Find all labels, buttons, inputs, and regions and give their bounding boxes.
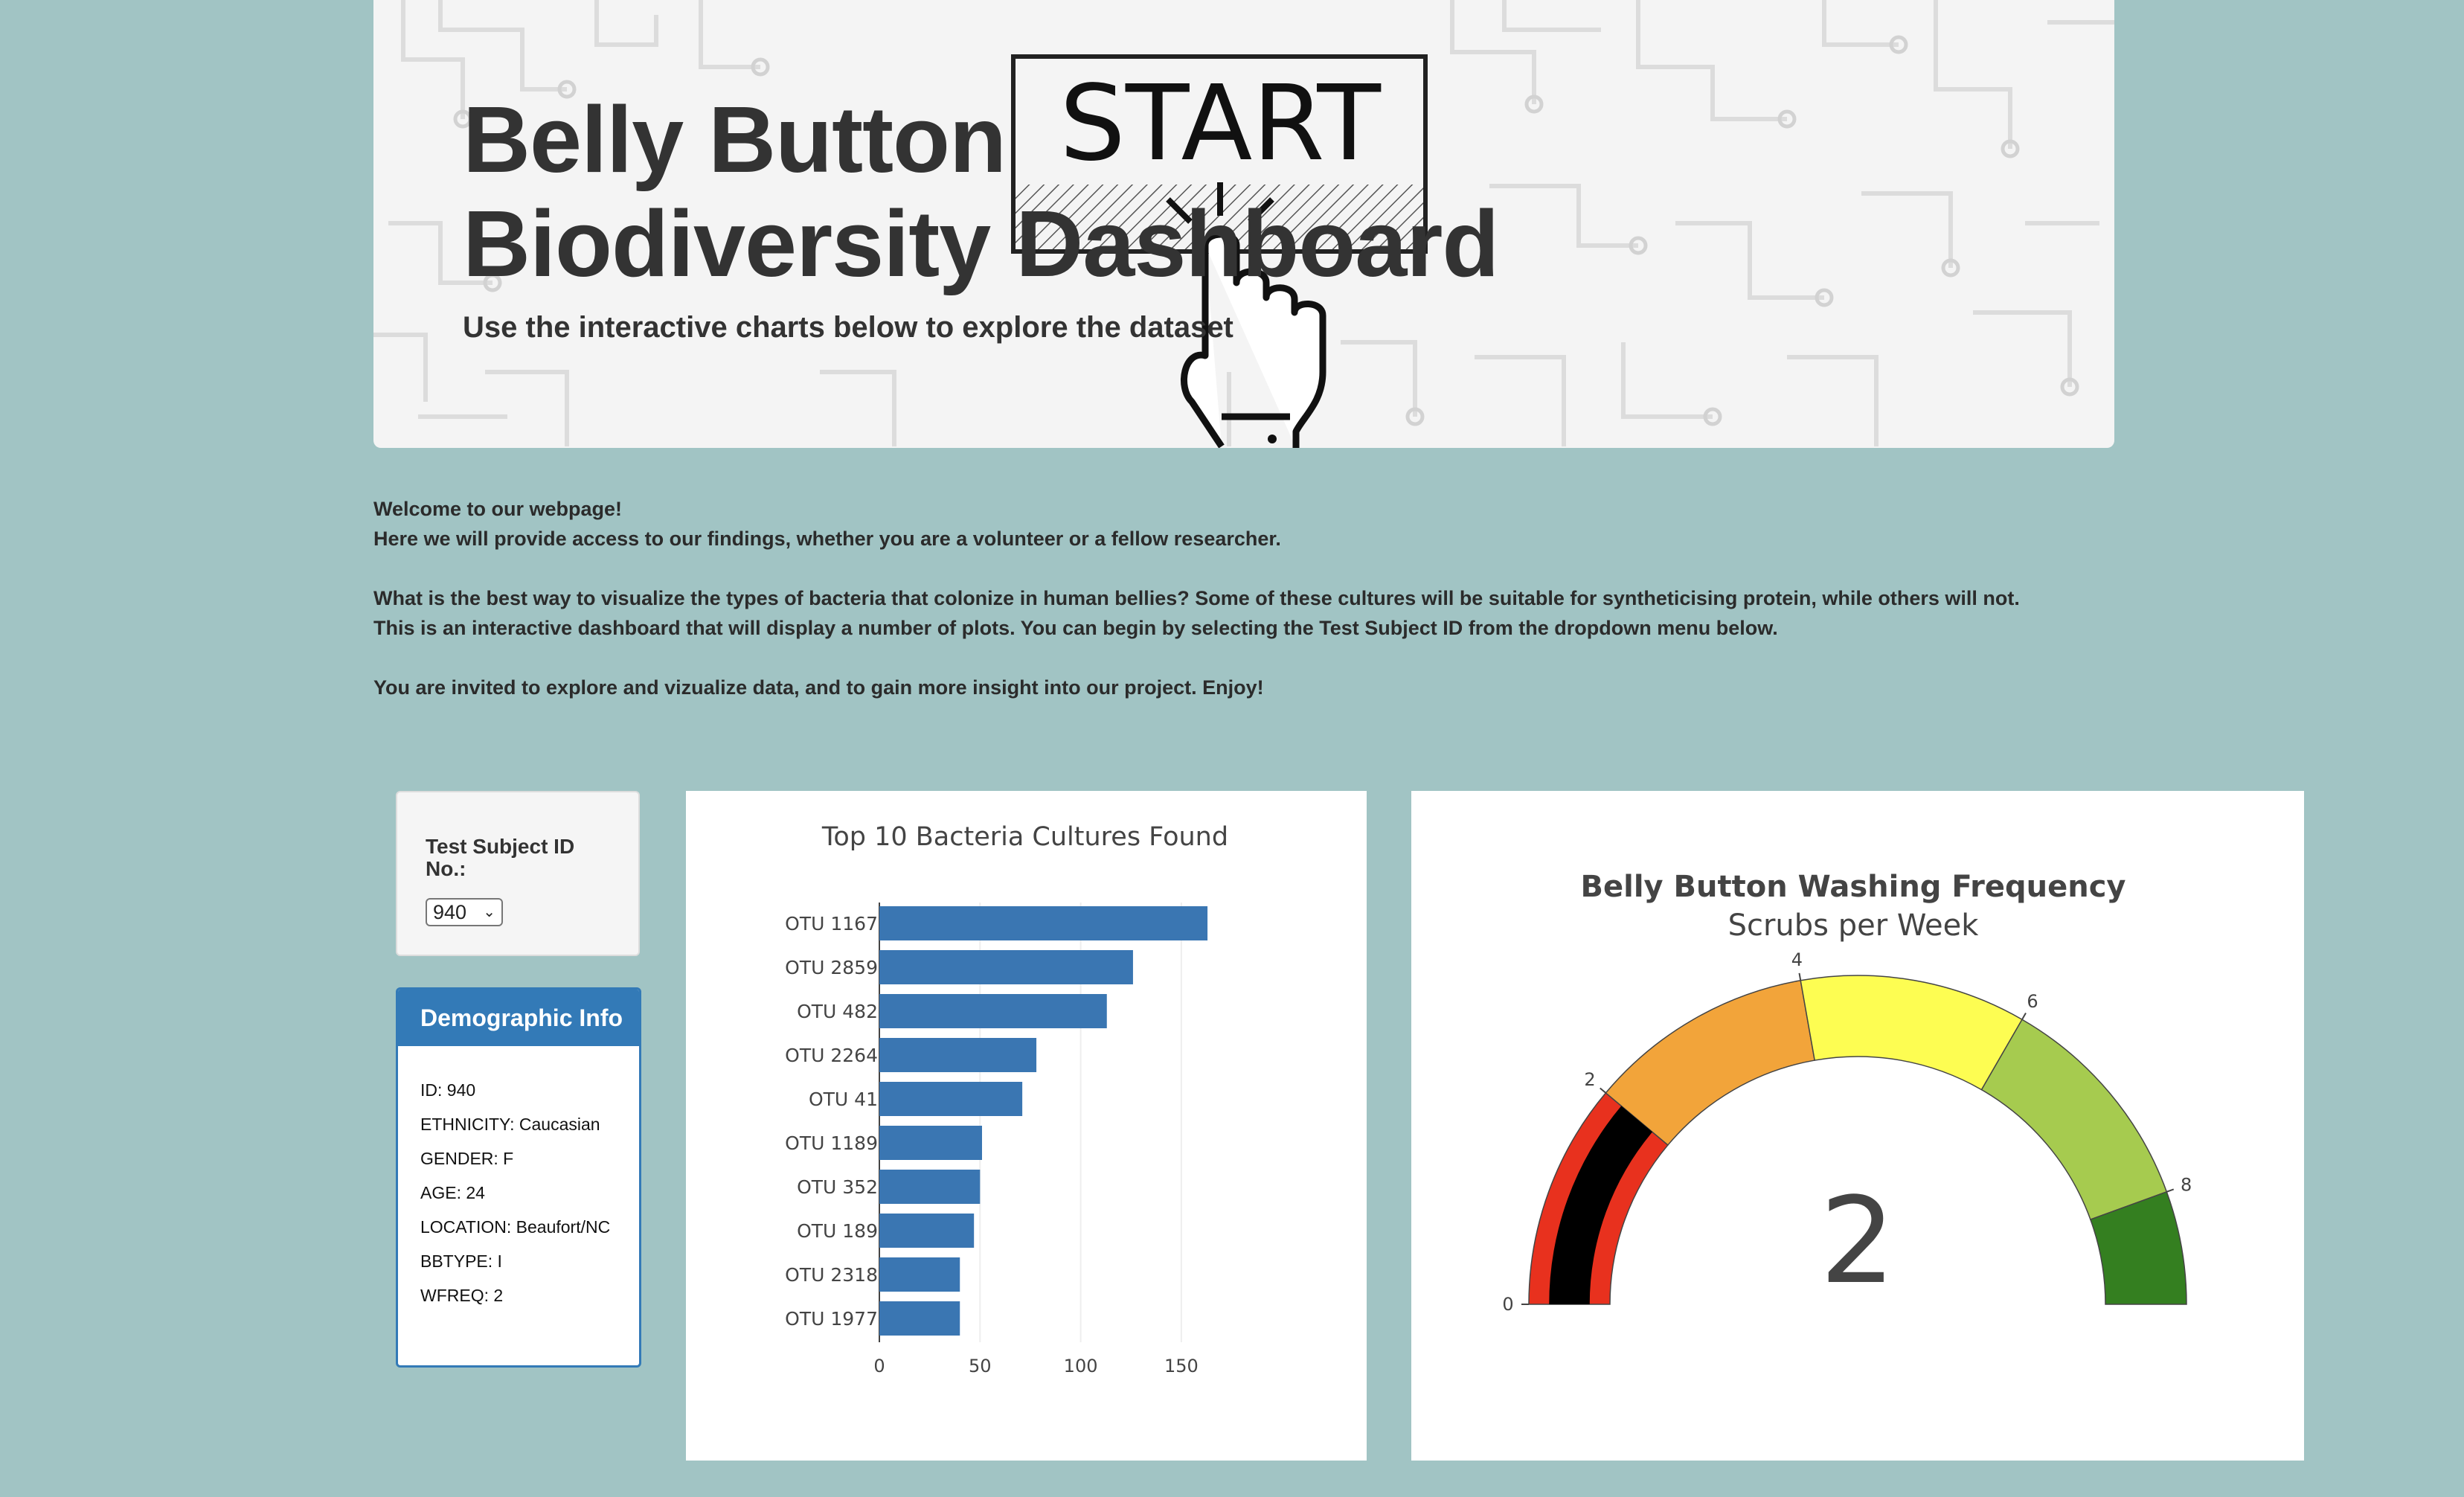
- bar-chart-title: Top 10 Bacteria Cultures Found: [821, 822, 1228, 852]
- bar[interactable]: [879, 1126, 982, 1160]
- demographic-item: LOCATION: Beaufort/NC: [420, 1217, 611, 1237]
- subject-selector-label: Test Subject ID No.:: [426, 835, 575, 880]
- bar-chart[interactable]: Top 10 Bacteria Cultures Found OTU 1167 O…: [686, 791, 1367, 1461]
- demographic-item: WFREQ: 2: [420, 1286, 504, 1305]
- y-tick-label: OTU 482: [797, 1001, 878, 1022]
- page-title: Belly Button Biodiversity Dashboard: [463, 87, 1499, 296]
- bar[interactable]: [879, 1170, 981, 1204]
- gauge-band: [1800, 975, 2024, 1091]
- header-banner: START Belly Button Biodiversity Dashboar…: [373, 0, 2114, 448]
- demographic-item: ID: 940: [420, 1080, 476, 1100]
- title-line-1: Belly Button: [463, 87, 1007, 192]
- intro-text: Welcome to our webpage! Here we will pro…: [373, 494, 2159, 732]
- gauge-tick: [1600, 1087, 1607, 1094]
- y-tick-label: OTU 1189: [785, 1132, 878, 1154]
- bar[interactable]: [879, 1038, 1037, 1072]
- gauge-title: Belly Button Washing Frequency: [1581, 870, 2126, 904]
- intro-line: You are invited to explore and vizualize…: [373, 676, 1264, 699]
- subject-id-value: 940: [433, 901, 467, 923]
- gauge-tick-label: 4: [1791, 949, 1803, 970]
- gauge-tick-label: 8: [2181, 1174, 2192, 1195]
- title-line-2: Biodiversity Dashboard: [463, 191, 1499, 296]
- x-tick-label: 50: [969, 1356, 992, 1376]
- demographic-info-heading: Demographic Info: [398, 990, 639, 1046]
- gauge-tick-label: 0: [1502, 1294, 1513, 1315]
- bar[interactable]: [879, 994, 1107, 1028]
- y-tick-label: OTU 41: [809, 1089, 878, 1110]
- demographic-item: ETHNICITY: Caucasian: [420, 1115, 600, 1134]
- page-subtitle: Use the interactive charts below to expl…: [463, 311, 1233, 344]
- demographic-item: GENDER: F: [420, 1149, 514, 1168]
- subject-id-dropdown[interactable]: 940 ⌄: [426, 898, 503, 926]
- gauge-tick-label: 6: [2027, 991, 2038, 1012]
- demographic-list: ID: 940 ETHNICITY: Caucasian GENDER: F A…: [398, 1046, 639, 1305]
- gauge-tick-label: 2: [1584, 1069, 1595, 1090]
- y-tick-label: OTU 2859: [785, 957, 878, 978]
- bar[interactable]: [879, 1082, 1023, 1116]
- bar[interactable]: [879, 950, 1133, 984]
- gauge-tick: [1798, 972, 1802, 981]
- gauge-band: [1980, 1019, 2168, 1221]
- bar-chart-panel: Top 10 Bacteria Cultures Found OTU 1167 O…: [686, 791, 1367, 1461]
- demographic-info-panel: Demographic Info ID: 940 ETHNICITY: Cauc…: [396, 987, 641, 1368]
- gauge-tick: [2166, 1188, 2175, 1193]
- y-tick-label: OTU 352: [797, 1176, 878, 1198]
- y-tick-label: OTU 1977: [785, 1308, 878, 1330]
- intro-line: What is the best way to visualize the ty…: [373, 587, 2020, 609]
- gauge-value: 2: [1820, 1171, 1896, 1310]
- y-tick-label: OTU 2264: [785, 1045, 878, 1066]
- intro-line: Welcome to our webpage!: [373, 498, 623, 520]
- demographic-item: AGE: 24: [420, 1183, 485, 1202]
- gauge-subtitle: Scrubs per Week: [1728, 908, 1980, 943]
- intro-line: This is an interactive dashboard that wi…: [373, 617, 1778, 639]
- y-tick-label: OTU 189: [797, 1220, 878, 1242]
- gauge-tick: [2021, 1013, 2027, 1020]
- chevron-down-icon: ⌄: [483, 904, 495, 920]
- x-tick-label: 0: [873, 1356, 885, 1376]
- subject-selector-card: Test Subject ID No.: 940 ⌄: [396, 791, 640, 956]
- x-tick-label: 100: [1064, 1356, 1098, 1376]
- y-tick-label: OTU 2318: [785, 1264, 878, 1286]
- intro-line: Here we will provide access to our findi…: [373, 528, 1281, 550]
- y-tick-label: OTU 1167: [785, 913, 878, 935]
- bar[interactable]: [879, 1257, 960, 1292]
- bar[interactable]: [879, 1301, 960, 1336]
- x-tick-label: 150: [1164, 1356, 1199, 1376]
- bar[interactable]: [879, 1214, 975, 1248]
- bar[interactable]: [879, 906, 1208, 940]
- demographic-item: BBTYPE: I: [420, 1251, 502, 1271]
- gauge-chart[interactable]: Belly Button Washing Frequency Scrubs pe…: [1411, 791, 2304, 1461]
- gauge-chart-panel: Belly Button Washing Frequency Scrubs pe…: [1411, 791, 2304, 1461]
